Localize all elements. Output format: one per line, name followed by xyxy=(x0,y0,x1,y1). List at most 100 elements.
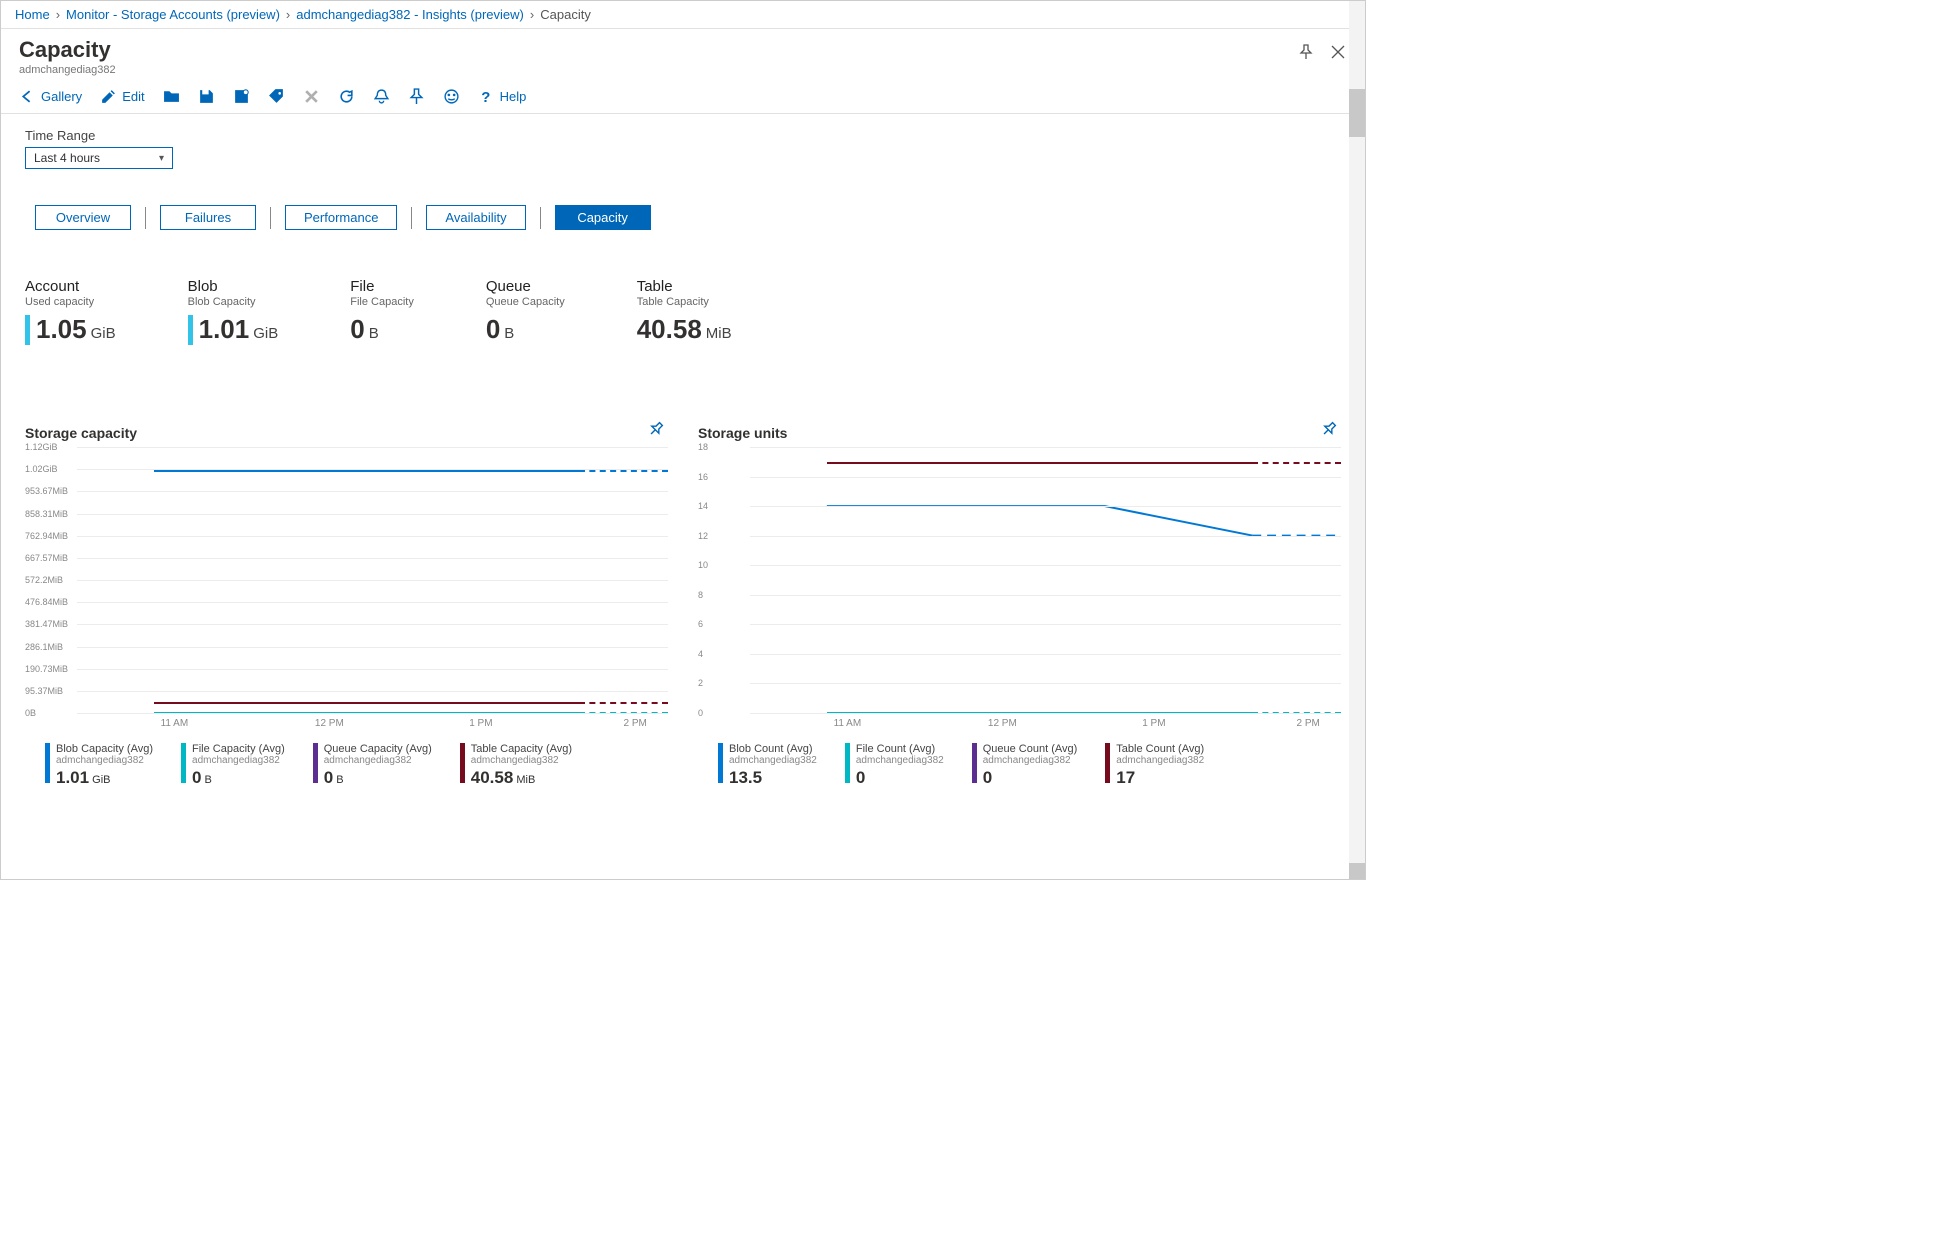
tab-performance[interactable]: Performance xyxy=(285,205,397,230)
metric-unit: GiB xyxy=(91,325,116,342)
gridline xyxy=(77,469,668,470)
metric-title: File xyxy=(350,278,414,295)
metric-value: 40.58 xyxy=(637,314,702,345)
scrollbar-thumb-bottom[interactable] xyxy=(1349,863,1365,879)
charts-row: Storage capacity 1.12GiB1.02GiB953.67MiB… xyxy=(25,425,1341,788)
legend-title: File Count (Avg) xyxy=(856,743,944,755)
help-button[interactable]: ? Help xyxy=(478,88,527,105)
legend-item: Queue Count (Avg) admchangediag382 0 xyxy=(972,743,1078,788)
tab-availability[interactable]: Availability xyxy=(426,205,525,230)
metric-card: Table Table Capacity 40.58MiB xyxy=(637,278,732,345)
metric-card: Queue Queue Capacity 0B xyxy=(486,278,565,345)
y-tick: 18 xyxy=(698,442,708,452)
gridline xyxy=(77,558,668,559)
legend-title: Queue Count (Avg) xyxy=(983,743,1078,755)
x-tick: 11 AM xyxy=(161,718,189,729)
legend-value: 0 B xyxy=(192,768,285,788)
legend-title: Table Capacity (Avg) xyxy=(471,743,572,755)
pin-header-icon[interactable] xyxy=(1297,43,1315,61)
save-icon[interactable] xyxy=(198,88,215,105)
y-tick: 1.12GiB xyxy=(25,442,58,452)
gridline xyxy=(77,669,668,670)
legend-color xyxy=(45,743,50,783)
gridline xyxy=(77,691,668,692)
tab-capacity[interactable]: Capacity xyxy=(555,205,651,230)
metric-value: 0 xyxy=(350,314,364,345)
legend-item: File Capacity (Avg) admchangediag382 0 B xyxy=(181,743,285,788)
edit-button[interactable]: Edit xyxy=(100,88,144,105)
gridline xyxy=(750,654,1341,655)
time-range-dropdown[interactable]: Last 4 hours ▾ xyxy=(25,147,173,169)
metric-subtitle: Blob Capacity xyxy=(188,296,279,308)
y-tick: 2 xyxy=(698,678,703,688)
scrollbar[interactable] xyxy=(1349,1,1365,879)
delete-icon[interactable] xyxy=(303,88,320,105)
breadcrumb-monitor[interactable]: Monitor - Storage Accounts (preview) xyxy=(66,7,280,22)
pin-icon[interactable] xyxy=(408,88,425,105)
scrollbar-thumb-top[interactable] xyxy=(1349,89,1365,137)
breadcrumb-home[interactable]: Home xyxy=(15,7,50,22)
y-tick: 381.47MiB xyxy=(25,619,68,629)
x-tick: 1 PM xyxy=(469,718,492,729)
metric-subtitle: File Capacity xyxy=(350,296,414,308)
chart-legend: Blob Count (Avg) admchangediag382 13.5 F… xyxy=(718,743,1341,788)
chart-storage-units: Storage units xyxy=(698,425,1341,788)
save-as-icon[interactable] xyxy=(233,88,250,105)
gallery-button[interactable]: Gallery xyxy=(19,88,82,105)
tab-overview[interactable]: Overview xyxy=(35,205,131,230)
tag-icon[interactable] xyxy=(268,88,285,105)
legend-title: Blob Count (Avg) xyxy=(729,743,817,755)
x-tick: 12 PM xyxy=(988,718,1017,729)
legend-color xyxy=(845,743,850,783)
legend-value: 0 B xyxy=(324,768,432,788)
y-tick: 858.31MiB xyxy=(25,509,68,519)
gridline xyxy=(77,624,668,625)
pin-chart-icon[interactable] xyxy=(648,421,664,440)
metric-title: Account xyxy=(25,278,116,295)
y-tick: 4 xyxy=(698,649,703,659)
metrics-row: Account Used capacity 1.05GiB Blob Blob … xyxy=(25,278,1341,345)
feedback-icon[interactable] xyxy=(443,88,460,105)
notify-icon[interactable] xyxy=(373,88,390,105)
legend-color xyxy=(972,743,977,783)
gridline xyxy=(750,447,1341,448)
gridline xyxy=(750,536,1341,537)
refresh-icon[interactable] xyxy=(338,88,355,105)
metric-unit: B xyxy=(504,325,514,342)
y-tick: 8 xyxy=(698,590,703,600)
legend-value: 1.01 GiB xyxy=(56,768,153,788)
x-tick: 1 PM xyxy=(1142,718,1165,729)
toolbar: Gallery Edit xyxy=(1,82,1365,114)
breadcrumb: Home › Monitor - Storage Accounts (previ… xyxy=(1,1,1365,29)
metric-bar xyxy=(188,315,193,345)
y-tick: 953.67MiB xyxy=(25,486,68,496)
tab-failures[interactable]: Failures xyxy=(160,205,256,230)
gridline xyxy=(750,565,1341,566)
series-table-dash xyxy=(579,702,668,704)
y-tick: 0 xyxy=(698,708,703,718)
chart-storage-capacity: Storage capacity 1.12GiB1.02GiB953.67MiB… xyxy=(25,425,668,788)
legend-value: 0 xyxy=(856,768,944,788)
pin-chart-icon[interactable] xyxy=(1321,421,1337,440)
folder-icon[interactable] xyxy=(163,88,180,105)
gridline xyxy=(77,447,668,448)
y-tick: 12 xyxy=(698,531,708,541)
page-header: Capacity admchangediag382 xyxy=(1,29,1365,82)
metric-card: File File Capacity 0B xyxy=(350,278,414,345)
chevron-right-icon: › xyxy=(530,7,534,22)
y-tick: 16 xyxy=(698,472,708,482)
y-tick: 10 xyxy=(698,560,708,570)
legend-color xyxy=(460,743,465,783)
page-title: Capacity xyxy=(19,37,116,63)
time-range-value: Last 4 hours xyxy=(34,151,100,165)
x-tick: 2 PM xyxy=(1297,718,1320,729)
x-tick: 2 PM xyxy=(624,718,647,729)
legend-color xyxy=(1105,743,1110,783)
close-icon[interactable] xyxy=(1329,43,1347,61)
gallery-label: Gallery xyxy=(41,89,82,104)
legend-sub: admchangediag382 xyxy=(56,755,153,766)
legend-item: Queue Capacity (Avg) admchangediag382 0 … xyxy=(313,743,432,788)
legend-item: Blob Capacity (Avg) admchangediag382 1.0… xyxy=(45,743,153,788)
gridline xyxy=(77,514,668,515)
breadcrumb-resource[interactable]: admchangediag382 - Insights (preview) xyxy=(296,7,524,22)
